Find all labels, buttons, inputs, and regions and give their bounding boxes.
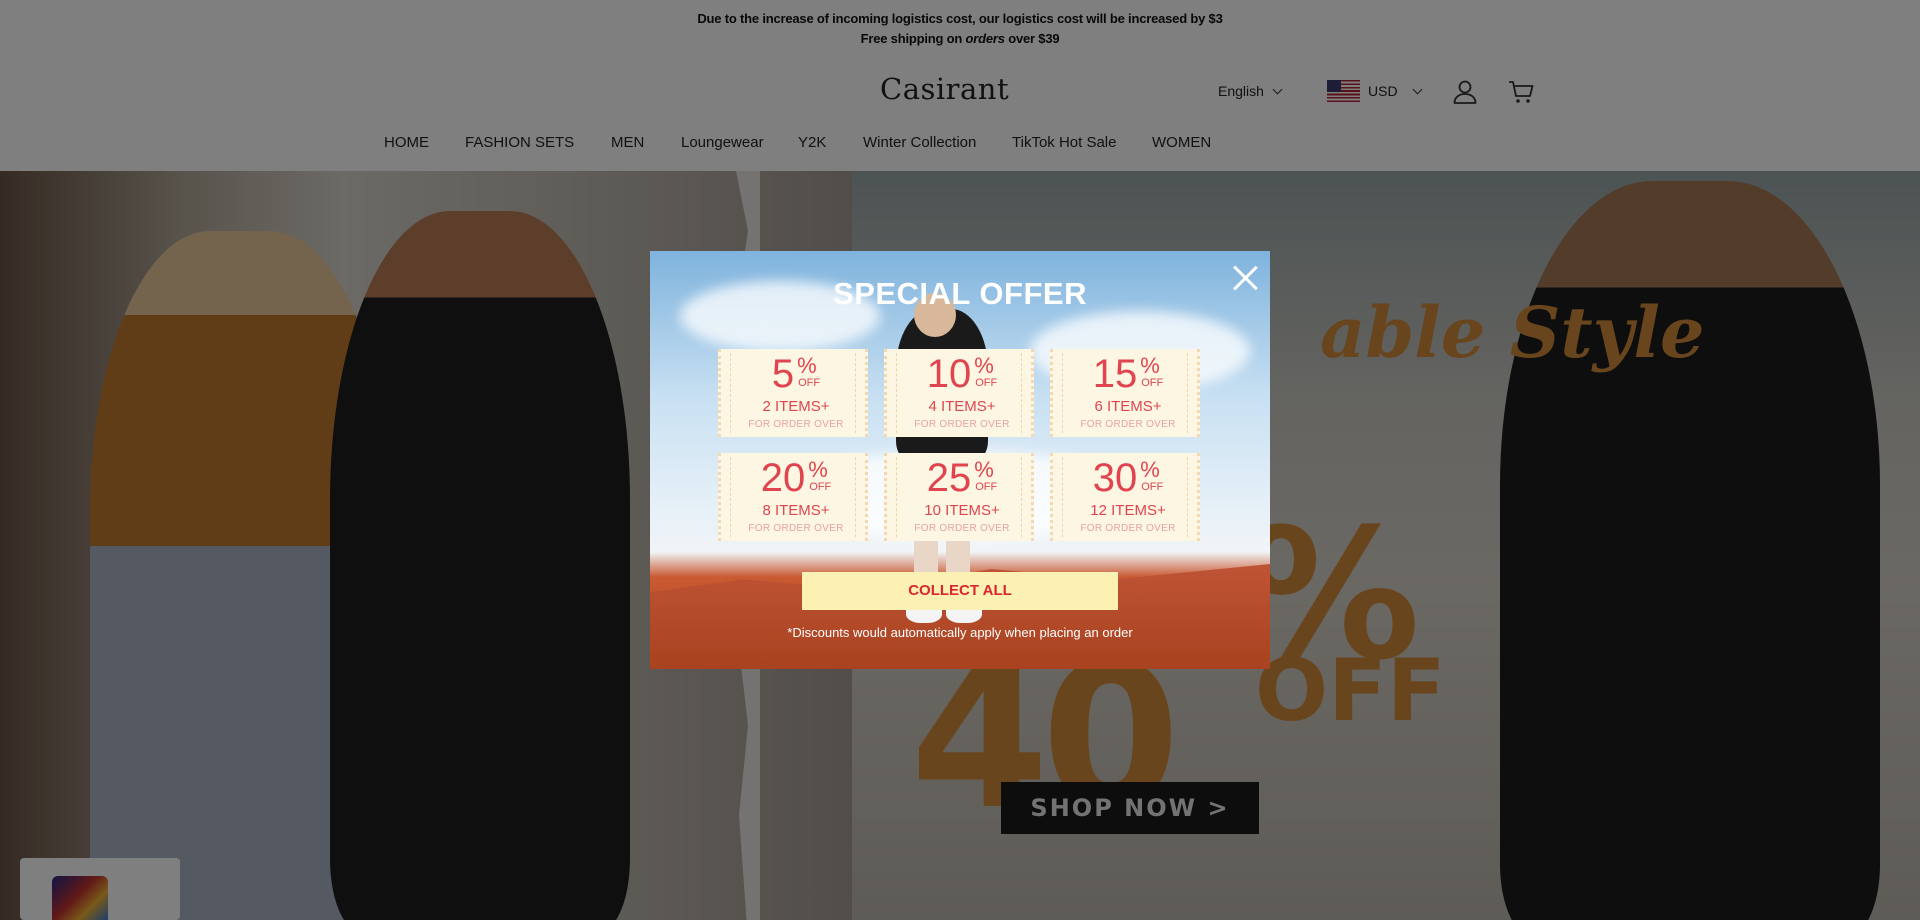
coupon-footer: FOR ORDER OVER xyxy=(748,523,844,534)
close-icon[interactable] xyxy=(1231,264,1259,292)
coupon-items: 6 ITEMS+ xyxy=(1094,398,1162,415)
coupon-value: 20 xyxy=(760,456,806,500)
coupon-items: 4 ITEMS+ xyxy=(928,398,996,415)
coupon-items: 8 ITEMS+ xyxy=(762,502,830,519)
coupon-percent: % xyxy=(797,353,817,378)
coupon-card[interactable]: 5% OFF 2 ITEMS+ FOR ORDER OVER xyxy=(718,349,868,437)
coupon-percent: % xyxy=(974,353,994,378)
coupon-items: 2 ITEMS+ xyxy=(762,398,830,415)
coupon-footer: FOR ORDER OVER xyxy=(1080,523,1176,534)
coupon-percent: % xyxy=(808,457,828,482)
coupon-off: OFF xyxy=(1141,377,1164,389)
coupon-off: OFF xyxy=(1141,481,1164,493)
coupon-footer: FOR ORDER OVER xyxy=(914,419,1010,430)
coupon-footer: FOR ORDER OVER xyxy=(748,419,844,430)
coupon-footer: FOR ORDER OVER xyxy=(1080,419,1176,430)
coupon-card[interactable]: 15% OFF 6 ITEMS+ FOR ORDER OVER xyxy=(1050,349,1200,437)
coupon-value: 15 xyxy=(1092,352,1138,396)
modal-title: SPECIAL OFFER xyxy=(833,276,1087,311)
coupon-off: OFF xyxy=(809,481,832,493)
coupon-value: 10 xyxy=(926,352,972,396)
coupon-off: OFF xyxy=(975,481,998,493)
coupon-value: 5 xyxy=(771,352,795,396)
coupon-off: OFF xyxy=(798,377,821,389)
coupon-card[interactable]: 10% OFF 4 ITEMS+ FOR ORDER OVER xyxy=(884,349,1034,437)
coupon-footer: FOR ORDER OVER xyxy=(914,523,1010,534)
coupon-card[interactable]: 30% OFF 12 ITEMS+ FOR ORDER OVER xyxy=(1050,453,1200,541)
coupon-items: 12 ITEMS+ xyxy=(1090,502,1166,519)
coupon-off: OFF xyxy=(975,377,998,389)
collect-all-button[interactable]: COLLECT ALL xyxy=(802,572,1118,610)
discount-disclaimer: *Discounts would automatically apply whe… xyxy=(787,625,1133,640)
coupon-value: 25 xyxy=(926,456,972,500)
coupon-items: 10 ITEMS+ xyxy=(924,502,1000,519)
coupon-value: 30 xyxy=(1092,456,1138,500)
coupon-card[interactable]: 25% OFF 10 ITEMS+ FOR ORDER OVER xyxy=(884,453,1034,541)
coupon-percent: % xyxy=(1140,457,1160,482)
coupon-card[interactable]: 20% OFF 8 ITEMS+ FOR ORDER OVER xyxy=(718,453,868,541)
coupon-percent: % xyxy=(974,457,994,482)
coupon-percent: % xyxy=(1140,353,1160,378)
